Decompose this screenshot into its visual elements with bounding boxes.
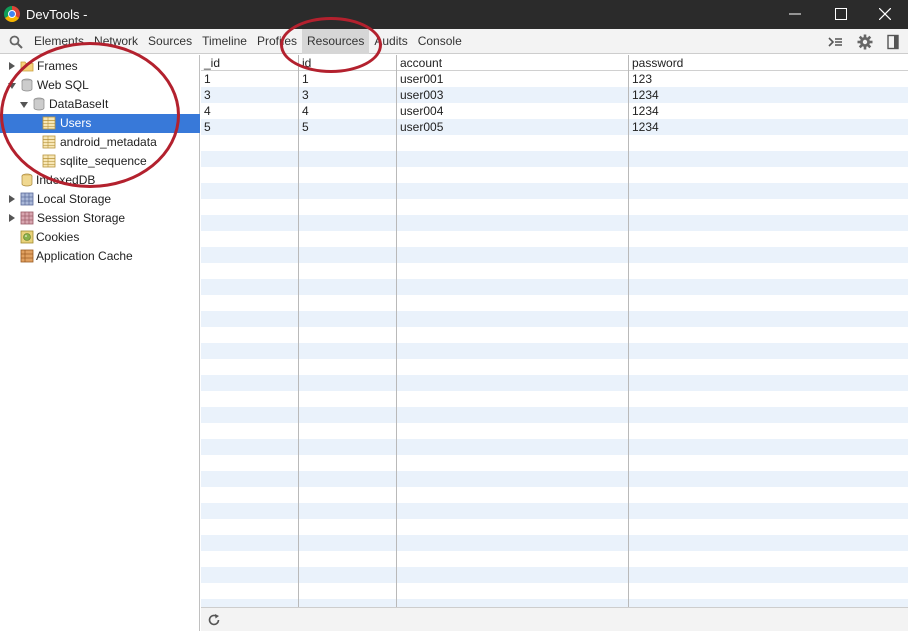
app-cache-icon — [20, 249, 34, 263]
devtools-toolbar: Elements Network Sources Timeline Profil… — [0, 29, 908, 54]
window-title: DevTools - — [26, 7, 88, 22]
sidebar-item-sqlite-sequence[interactable]: sqlite_sequence — [0, 152, 200, 171]
table-row[interactable]: 3 3 user003 1234 — [201, 87, 908, 103]
table-cell: 1234 — [632, 104, 659, 118]
database-icon — [21, 78, 33, 92]
dock-side-icon[interactable] — [886, 34, 902, 50]
sidebar-item-label: Cookies — [36, 230, 80, 244]
sidebar-item-label: Web SQL — [37, 78, 89, 92]
table-cell: user003 — [400, 88, 444, 102]
search-icon[interactable] — [9, 35, 23, 49]
tab-resources[interactable]: Resources — [302, 29, 370, 54]
column-header[interactable]: id — [299, 55, 396, 71]
sidebar-item-label: Frames — [37, 59, 78, 73]
data-grid: _id id account password 1 1 user001 123 … — [201, 55, 908, 607]
sidebar-item-android-metadata[interactable]: android_metadata — [0, 133, 200, 152]
table-row[interactable]: 5 5 user005 1234 — [201, 119, 908, 135]
maximize-button[interactable] — [818, 0, 864, 29]
sidebar-item-web-sql[interactable]: Web SQL — [0, 76, 200, 95]
table-cell: 1 — [204, 72, 211, 86]
table-cell: 123 — [632, 72, 653, 86]
sidebar-item-label: IndexedDB — [36, 173, 96, 187]
sidebar-item-cookies[interactable]: Cookies — [0, 228, 200, 247]
minimize-button[interactable] — [772, 0, 818, 29]
sidebar-item-label: Local Storage — [37, 192, 112, 206]
column-divider[interactable] — [396, 55, 397, 607]
sidebar-item-label: Application Cache — [36, 249, 133, 263]
column-divider[interactable] — [628, 55, 629, 607]
minimize-icon — [789, 13, 801, 15]
table-cell: 5 — [204, 120, 211, 134]
table-icon — [42, 116, 56, 130]
panel-tabs: Elements Network Sources Timeline Profil… — [29, 29, 467, 54]
sidebar-item-session-storage[interactable]: Session Storage — [0, 209, 200, 228]
sidebar-item-application-cache[interactable]: Application Cache — [0, 247, 200, 266]
tab-network[interactable]: Network — [89, 29, 143, 54]
table-icon — [42, 135, 56, 149]
table-cell: user001 — [400, 72, 444, 86]
tab-console[interactable]: Console — [413, 29, 467, 54]
table-cell: 1234 — [632, 120, 659, 134]
sidebar-item-database[interactable]: DataBaseIt — [0, 95, 200, 114]
table-cell: user005 — [400, 120, 444, 134]
expand-arrow-icon[interactable] — [9, 62, 15, 70]
resources-sidebar: Frames Web SQL DataBaseIt Users android_… — [0, 55, 200, 631]
sidebar-item-label: Session Storage — [37, 211, 126, 225]
collapse-arrow-icon[interactable] — [20, 102, 28, 108]
column-header[interactable]: password — [629, 55, 908, 71]
settings-gear-icon[interactable] — [857, 34, 873, 50]
sidebar-item-label: Users — [60, 116, 92, 130]
sidebar-item-label: android_metadata — [60, 135, 157, 149]
sidebar-item-label: sqlite_sequence — [60, 154, 147, 168]
sidebar-item-local-storage[interactable]: Local Storage — [0, 190, 200, 209]
tab-audits[interactable]: Audits — [369, 29, 412, 54]
storage-grid-icon — [20, 211, 34, 225]
tab-elements[interactable]: Elements — [29, 29, 89, 54]
sidebar-item-label: DataBaseIt — [49, 97, 109, 111]
column-divider[interactable] — [298, 55, 299, 607]
grid-header: _id id account password — [201, 55, 908, 71]
tab-profiles[interactable]: Profiles — [252, 29, 302, 54]
grid-body: 1 1 user001 123 3 3 user003 1234 4 4 use… — [201, 71, 908, 607]
database-icon — [21, 173, 33, 187]
console-drawer-icon[interactable] — [827, 34, 843, 50]
grid-statusbar — [201, 607, 908, 631]
storage-grid-icon — [20, 192, 34, 206]
cookie-icon — [20, 230, 34, 244]
table-cell: user004 — [400, 104, 444, 118]
table-icon — [42, 154, 56, 168]
table-row[interactable]: 1 1 user001 123 — [201, 71, 908, 87]
table-cell: 3 — [204, 88, 211, 102]
close-button[interactable] — [862, 0, 908, 29]
table-cell: 1 — [302, 72, 309, 86]
sidebar-item-users[interactable]: Users — [0, 114, 200, 133]
refresh-icon[interactable] — [207, 613, 221, 627]
table-cell: 1234 — [632, 88, 659, 102]
sidebar-item-indexeddb[interactable]: IndexedDB — [0, 171, 200, 190]
sidebar-item-frames[interactable]: Frames — [0, 57, 200, 76]
table-cell: 4 — [302, 104, 309, 118]
close-icon — [879, 8, 891, 20]
column-header[interactable]: account — [397, 55, 628, 71]
collapse-arrow-icon[interactable] — [8, 83, 16, 89]
database-icon — [33, 97, 45, 111]
column-header[interactable]: _id — [201, 55, 298, 71]
expand-arrow-icon[interactable] — [9, 195, 15, 203]
table-cell: 4 — [204, 104, 211, 118]
tab-timeline[interactable]: Timeline — [197, 29, 252, 54]
window-titlebar: DevTools - — [0, 0, 908, 29]
expand-arrow-icon[interactable] — [9, 214, 15, 222]
maximize-icon — [835, 8, 847, 20]
chrome-logo-icon — [4, 6, 20, 22]
folder-icon — [20, 61, 34, 72]
table-row[interactable]: 4 4 user004 1234 — [201, 103, 908, 119]
tab-sources[interactable]: Sources — [143, 29, 197, 54]
table-cell: 5 — [302, 120, 309, 134]
table-cell: 3 — [302, 88, 309, 102]
